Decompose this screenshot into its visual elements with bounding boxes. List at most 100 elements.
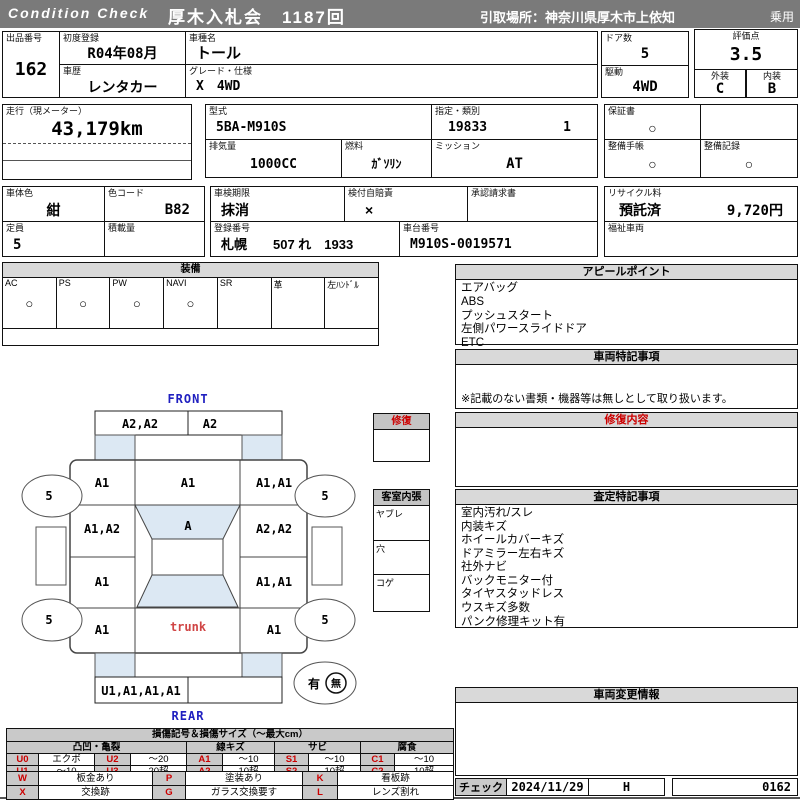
equipment-cell-sr: SR: [216, 277, 272, 329]
capacity-value: 5: [13, 236, 22, 253]
rear-bumper-code: U1,A1,A1,A1: [101, 684, 180, 698]
hood-code: A1: [181, 476, 195, 490]
field-maintenance-record: 整備記録 ○: [700, 139, 798, 178]
plate-number-value: 札幌 507 れ 1933: [221, 237, 354, 253]
legend-desc: 〜10: [222, 753, 275, 766]
front-bumper-left-code: A2,A2: [122, 417, 158, 431]
panel-assessment-notes: 査定特記事項 室内汚れ/スレ 内装キズ ホイールカバーキズ ドアミラー左右キズ …: [455, 489, 798, 628]
field-label: 評価点: [732, 31, 760, 41]
title-bar: Condition Check 厚木入札会 1187回 引取場所：神奈川県厚木市…: [0, 0, 800, 28]
legend-code: L: [302, 785, 338, 800]
field-label: グレード・仕様: [189, 66, 253, 76]
equipment-cell-lhd: 左ﾊﾝﾄﾞﾙ: [324, 277, 379, 329]
field-label: 走行（現メーター）: [6, 106, 88, 116]
grade-value: X 4WD: [196, 79, 241, 95]
field-plate-number: 登録番号 札幌 507 れ 1933: [210, 221, 400, 257]
right-quarter-code: A1: [267, 623, 281, 637]
equipment-table: 装備 AC ○ PS ○ PW ○ NAVI ○ SR 革 左ﾊﾝﾄﾞﾙ: [2, 262, 379, 346]
field-doors: ドア数 5: [601, 31, 689, 66]
legend-code: A1: [186, 753, 223, 766]
equipment-mark: ○: [132, 296, 141, 311]
rear-left-wheel-size: 5: [45, 613, 52, 627]
legend-group-dent: 凸凹・亀裂: [6, 741, 187, 754]
field-maintenance-book: 整備手帳 ○: [604, 139, 701, 178]
auction-condition-sheet: Condition Check 厚木入札会 1187回 引取場所：神奈川県厚木市…: [0, 0, 800, 800]
field-label: 検付自賠責: [348, 188, 394, 198]
field-label: 駆動: [605, 67, 624, 77]
auction-title: 厚木入札会 1187回: [168, 8, 346, 27]
appeal-item: プッシュスタート: [461, 309, 553, 322]
warranty-circle: ○: [648, 119, 657, 136]
equipment-empty-row: [2, 328, 379, 346]
field-label: 車体色: [6, 188, 34, 198]
field-label: ドア数: [605, 33, 633, 43]
legend-code: C1: [360, 753, 395, 766]
field-transmission: ミッション AT: [431, 139, 598, 178]
left-rear-door-code: A1: [95, 575, 109, 589]
cabin-row-hole: 穴: [374, 540, 429, 574]
panel-repair-detail: 修復内容: [455, 412, 798, 487]
field-grade: グレード・仕様 X 4WD: [185, 64, 598, 98]
field-label: 整備手帳: [608, 141, 645, 151]
maintenance-record-circle: ○: [744, 156, 754, 173]
front-left-pillar: [94, 434, 136, 461]
assessment-item: ドアミラー左右キズ: [461, 547, 565, 560]
cabin-row-burn: コゲ: [374, 574, 429, 608]
chassis-number-value: M910S-0019571: [410, 237, 512, 253]
cabin-row-tear: ヤブレ: [376, 509, 404, 519]
insurance-value: ×: [365, 201, 374, 218]
welfare-value: [605, 233, 797, 256]
field-warranty: 保証書 ○: [604, 104, 701, 140]
right-rear-door-code: A1,A1: [256, 575, 292, 589]
legend-code: U2: [94, 753, 131, 766]
field-label: 出品番号: [6, 33, 43, 43]
field-history: 車歴 レンタカー: [59, 64, 186, 98]
legend-code: G: [152, 785, 186, 800]
equipment-cell-ac: AC ○: [2, 277, 57, 329]
score-value: 3.5: [729, 44, 763, 66]
legend-code: P: [152, 771, 186, 786]
equipment-cell-pw: PW ○: [109, 277, 165, 329]
repair-mini-title: 修復: [374, 414, 429, 430]
field-label: 色コード: [108, 188, 145, 198]
legend-desc: 塗装あり: [185, 771, 303, 786]
legend-desc: 板金あり: [38, 771, 153, 786]
cabin-lining-title: 客室内張: [374, 490, 429, 506]
special-note-text: ※記載のない書類・機器等は無しとして取り扱います。: [461, 392, 733, 405]
assessment-item: 社外ナビ: [461, 561, 507, 574]
history-value: レンタカー: [87, 78, 158, 95]
field-color-code: 色コード B82: [104, 186, 205, 222]
assessment-item: ホイールカバーキズ: [461, 534, 565, 547]
field-label: 車種名: [189, 33, 217, 43]
field-label: 外装: [710, 71, 729, 81]
assessment-item: パンク修理キット有: [461, 615, 566, 628]
interior-grade-value: B: [767, 81, 777, 98]
fuel-value: ｶﾞｿﾘﾝ: [371, 157, 402, 172]
field-label: 排気量: [209, 141, 237, 151]
appeal-item: エアバッグ: [461, 282, 519, 294]
legend-group-corrosion: 腐食: [359, 741, 455, 754]
field-interior-grade: 内装 B: [746, 69, 798, 98]
equipment-label: 左ﾊﾝﾄﾞﾙ: [327, 280, 359, 290]
exterior-grade-value: C: [715, 81, 725, 98]
field-label: 整備記録: [704, 141, 741, 151]
legend-desc: 〜10: [393, 753, 455, 766]
equipment-mark: ○: [25, 296, 34, 311]
field-recycle-fee: リサイクル料 預託済 9,720円: [604, 186, 798, 222]
right-front-door-code: A2,A2: [256, 522, 292, 536]
right-mirror: [311, 526, 343, 586]
accident-yes-label: 有: [308, 676, 320, 691]
field-displacement: 排気量 1000CC: [205, 139, 342, 178]
field-model-name: 車種名 トール: [185, 31, 598, 65]
model-name-value: トール: [196, 45, 242, 63]
front-bumper-right-code: A2: [203, 417, 217, 431]
cabin-lining-box: 客室内張 ヤブレ 穴 コゲ: [373, 489, 430, 612]
rear-left-pillar: [94, 652, 136, 678]
equipment-mark: ○: [186, 296, 195, 311]
equipment-label: SR: [219, 278, 233, 288]
approval-request-value: [468, 198, 597, 221]
field-label: 登録番号: [214, 223, 251, 233]
legend-code: S1: [274, 753, 309, 766]
designation-value: 19833: [448, 120, 488, 136]
exhibit-number-value: 162: [14, 59, 48, 81]
